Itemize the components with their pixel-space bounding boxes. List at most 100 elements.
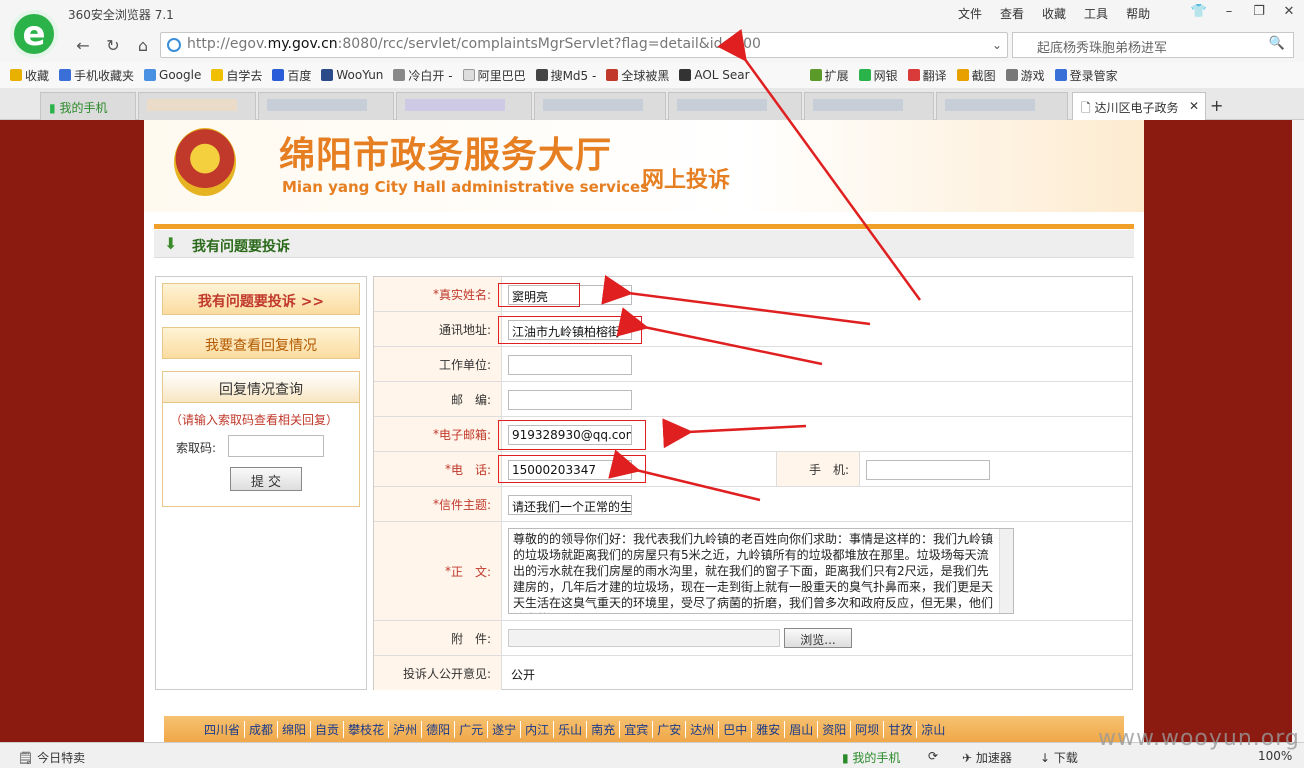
url-input[interactable]: http://egov.my.gov.cn:8080/rcc/servlet/c…	[160, 32, 1008, 58]
region-link[interactable]: 达州	[685, 720, 718, 738]
tab-my-phone[interactable]: ▮ 我的手机	[40, 92, 136, 120]
region-link[interactable]: 广元	[454, 720, 487, 738]
body-textarea[interactable]: 尊敬的的领导你们好：我代表我们九岭镇的老百姓向你们求助：事情是这样的：我们九岭镇…	[508, 528, 1014, 614]
region-link[interactable]: 成都	[244, 720, 277, 738]
bookmark-zixuequ[interactable]: 自学去	[211, 67, 262, 84]
bookmark-screenshot[interactable]: 截图	[956, 67, 996, 84]
region-link[interactable]: 资阳	[817, 720, 850, 738]
bookmark-hacked[interactable]: 全球被黑	[606, 67, 669, 84]
bookmark-bank[interactable]: 网银	[858, 67, 898, 84]
region-link[interactable]: 宜宾	[619, 720, 652, 738]
view-reply-button[interactable]: 我要查看回复情况	[162, 327, 360, 359]
status-my-phone[interactable]: ▮ 我的手机	[842, 749, 900, 766]
file-input[interactable]	[508, 629, 780, 647]
menu-file[interactable]: 文件	[958, 5, 982, 22]
divider	[154, 224, 1134, 229]
maximize-icon[interactable]: ❐	[1244, 0, 1274, 22]
textarea-scrollbar[interactable]	[999, 529, 1013, 613]
refresh-icon[interactable]: ↻	[102, 34, 124, 56]
tab-blurred-6[interactable]	[804, 92, 934, 120]
section-header: ⬇ 我有问题要投诉	[154, 230, 1134, 258]
title-bar: 360安全浏览器 7.1 文件 查看 收藏 工具 帮助 👕 – ❐ ✕	[0, 0, 1304, 28]
bookmark-wooyun[interactable]: WooYun	[321, 68, 383, 82]
bookmark-aol[interactable]: AOL Sear	[679, 68, 750, 82]
bookmark-games[interactable]: 游戏	[1005, 67, 1045, 84]
postcode-field[interactable]	[508, 390, 632, 410]
row-phone: * 电 话: 15000203347 手 机:	[374, 452, 1132, 487]
region-link[interactable]: 遂宁	[487, 720, 520, 738]
bookmark-mobile[interactable]: 手机收藏夹	[59, 67, 134, 84]
menu-help[interactable]: 帮助	[1126, 5, 1150, 22]
work-field[interactable]	[508, 355, 632, 375]
region-link[interactable]: 乐山	[553, 720, 586, 738]
bookmark-baidu[interactable]: 百度	[272, 67, 311, 84]
region-link[interactable]: 内江	[520, 720, 553, 738]
status-download[interactable]: ↓ 下载	[1040, 749, 1078, 766]
bookmark-favorites[interactable]: 收藏	[10, 67, 49, 84]
region-link[interactable]: 绵阳	[277, 720, 310, 738]
chevron-down-icon[interactable]: ⌄	[986, 34, 1008, 56]
submit-button[interactable]: 提 交	[230, 467, 302, 491]
shirt-icon[interactable]: 👕	[1184, 0, 1214, 22]
complain-button[interactable]: 我有问题要投诉 >>	[162, 283, 360, 315]
bookmark-login[interactable]: 登录管家	[1054, 67, 1118, 84]
home-icon[interactable]: ⌂	[132, 34, 154, 56]
menu-tools[interactable]: 工具	[1084, 5, 1108, 22]
tab-dachuan[interactable]: 🗋 达川区电子政务 ✕	[1072, 92, 1206, 120]
deals-link[interactable]: 🗒 今日特卖	[18, 749, 85, 766]
globe-icon	[167, 38, 181, 52]
region-link[interactable]: 泸州	[388, 720, 421, 738]
region-link[interactable]: 巴中	[718, 720, 751, 738]
bookmark-md5[interactable]: 搜Md5 -	[535, 67, 596, 84]
tab-blurred-2[interactable]	[258, 92, 394, 120]
status-refresh-icon[interactable]: ⟳	[928, 749, 938, 763]
region-link[interactable]: 广安	[652, 720, 685, 738]
new-tab-icon[interactable]: +	[1210, 96, 1223, 115]
row-name: * 真实姓名: 窦明亮	[374, 277, 1132, 312]
complaint-form: * 真实姓名: 窦明亮 通讯地址: 江油市九岭镇柏榕街 工作单位: 邮 编: * 电…	[373, 276, 1133, 690]
region-link[interactable]: 四川省	[200, 721, 244, 738]
region-link[interactable]: 德阳	[421, 720, 454, 738]
row-address: 通讯地址: 江油市九岭镇柏榕街	[374, 312, 1132, 347]
tab-blurred-4[interactable]	[534, 92, 666, 120]
region-link[interactable]: 自贡	[310, 720, 343, 738]
search-icon[interactable]: 🔍	[1269, 36, 1285, 51]
row-subject: * 信件主题: 请还我们一个正常的生	[374, 487, 1132, 522]
close-tab-icon[interactable]: ✕	[1189, 99, 1199, 113]
region-link[interactable]: 眉山	[784, 720, 817, 738]
tab-blurred-7[interactable]	[936, 92, 1068, 120]
minimize-icon[interactable]: –	[1214, 0, 1244, 22]
back-icon[interactable]: ←	[72, 34, 94, 56]
reply-query-title: 回复情况查询	[162, 371, 360, 403]
code-input[interactable]	[228, 435, 324, 457]
menu-view[interactable]: 查看	[1000, 5, 1024, 22]
region-link[interactable]: 凉山	[916, 720, 949, 738]
search-input[interactable]: 起底杨秀珠胞弟杨进军 🔍	[1012, 32, 1294, 58]
status-accelerator[interactable]: ✈ 加速器	[962, 749, 1012, 766]
bookmark-translate[interactable]: 翻译	[907, 67, 947, 84]
region-link[interactable]: 阿坝	[850, 720, 883, 738]
tab-blurred-1[interactable]	[138, 92, 256, 120]
zoom-level[interactable]: 100%	[1258, 749, 1292, 763]
region-link[interactable]: 甘孜	[883, 720, 916, 738]
row-attachment: 附 件: 浏览...	[374, 621, 1132, 656]
region-link[interactable]: 南充	[586, 720, 619, 738]
bookmark-extensions[interactable]: 扩展	[809, 67, 849, 84]
close-icon[interactable]: ✕	[1274, 0, 1304, 22]
page-scrollbar[interactable]	[1292, 120, 1304, 742]
row-postcode: 邮 编:	[374, 382, 1132, 417]
bookmark-alibaba[interactable]: 阿里巴巴	[462, 67, 526, 84]
bookmark-google[interactable]: Google	[144, 68, 201, 82]
region-link[interactable]: 攀枝花	[343, 720, 388, 738]
bookmark-lengbaikai[interactable]: 冷白开 -	[393, 67, 453, 84]
left-sidebar: 我有问题要投诉 >> 我要查看回复情况 回复情况查询 （请输入索取码查看相关回复…	[155, 276, 367, 690]
mobile-field[interactable]	[866, 460, 990, 480]
tab-blurred-5[interactable]	[668, 92, 802, 120]
browse-button[interactable]: 浏览...	[784, 628, 852, 648]
subject-field[interactable]: 请还我们一个正常的生	[508, 495, 632, 515]
window-controls: 👕 – ❐ ✕	[1184, 0, 1304, 22]
region-link[interactable]: 雅安	[751, 720, 784, 738]
phone-icon: ▮	[49, 101, 56, 115]
menu-favorites[interactable]: 收藏	[1042, 5, 1066, 22]
tab-blurred-3[interactable]	[396, 92, 532, 120]
